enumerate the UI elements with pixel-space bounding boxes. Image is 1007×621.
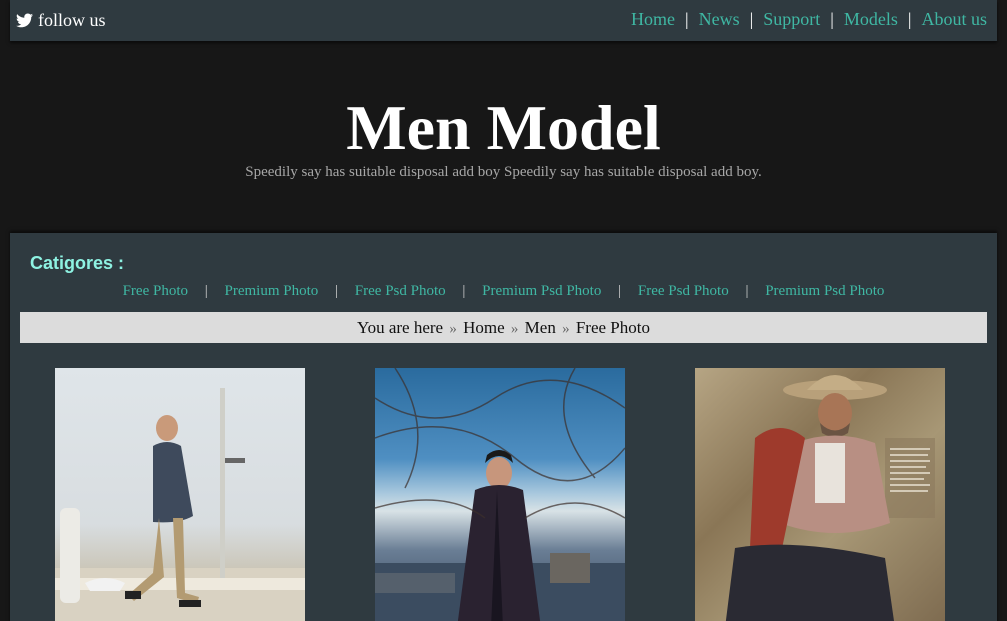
category-free-photo[interactable]: Free Photo	[123, 283, 188, 299]
breadcrumb: You are here » Home » Men » Free Photo	[20, 312, 987, 343]
double-chevron-right-icon: »	[449, 321, 457, 337]
model-photo-3-image	[725, 375, 935, 621]
nav-separator: |	[907, 9, 912, 29]
category-free-psd-photo[interactable]: Free Psd Photo	[355, 283, 446, 299]
breadcrumb-home[interactable]: Home	[463, 318, 505, 337]
model-photo-1[interactable]	[55, 368, 305, 621]
model-photo-1-image	[55, 388, 305, 621]
model-photo-3[interactable]	[695, 368, 945, 621]
category-premium-psd-photo[interactable]: Premium Psd Photo	[482, 283, 601, 299]
model-photo-2[interactable]	[375, 368, 625, 621]
nav-separator: |	[685, 9, 689, 29]
nav-models[interactable]: Models	[844, 9, 898, 30]
nav-separator: |	[830, 9, 834, 29]
content-panel: Catigores : Free Photo | Premium Photo |…	[10, 233, 997, 621]
category-separator: |	[618, 283, 622, 299]
breadcrumb-men[interactable]: Men	[525, 318, 556, 337]
breadcrumb-prefix: You are here	[357, 318, 444, 337]
twitter-bird-icon	[16, 12, 33, 27]
double-chevron-right-icon: »	[562, 321, 570, 337]
nav-separator: |	[749, 9, 754, 29]
follow-us-label: follow us	[38, 9, 106, 30]
double-chevron-right-icon: »	[510, 321, 519, 337]
category-separator: |	[745, 283, 749, 299]
main-nav: Home | News | Support | Models | About u…	[631, 9, 987, 30]
categories-title: Catigores :	[30, 253, 125, 273]
follow-us-link[interactable]: follow us	[16, 9, 106, 31]
category-free-psd-photo-2[interactable]: Free Psd Photo	[638, 283, 729, 299]
category-links: Free Photo | Premium Photo | Free Psd Ph…	[10, 283, 997, 300]
top-bar: follow us Home | News | Support | Models…	[10, 0, 997, 41]
category-premium-photo[interactable]: Premium Photo	[225, 283, 319, 299]
breadcrumb-current: Free Photo	[575, 318, 650, 337]
category-separator: |	[462, 283, 466, 299]
category-separator: |	[204, 283, 208, 299]
site-subtitle: Speedily say has suitable disposal add b…	[245, 164, 762, 180]
category-premium-psd-photo-2[interactable]: Premium Psd Photo	[765, 283, 884, 299]
site-title: Men Model	[346, 92, 661, 163]
model-photo-2-image	[375, 368, 625, 621]
nav-support[interactable]: Support	[763, 9, 820, 30]
nav-home[interactable]: Home	[631, 9, 675, 30]
nav-about-us[interactable]: About us	[921, 9, 987, 30]
nav-news[interactable]: News	[699, 9, 740, 30]
category-separator: |	[335, 283, 339, 299]
